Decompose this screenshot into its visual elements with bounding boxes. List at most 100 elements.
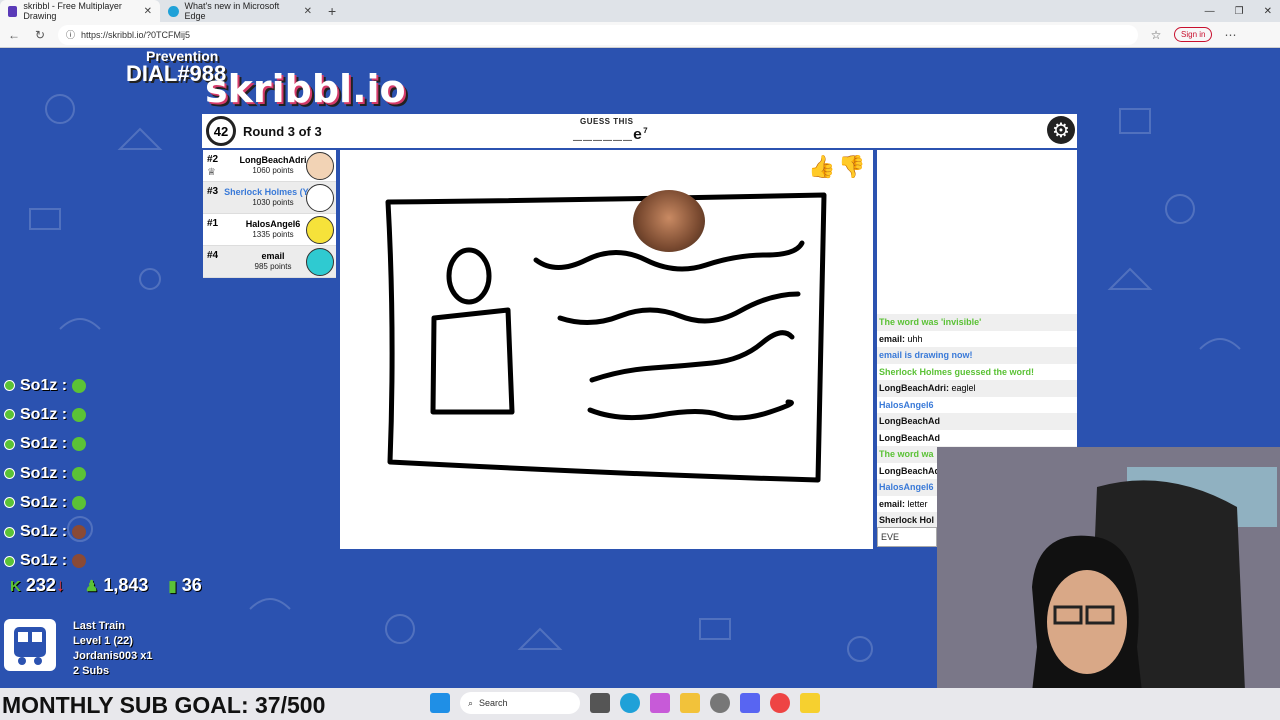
crown-icon: ♕ (207, 167, 216, 178)
train-title: Last Train (73, 620, 125, 632)
more-menu-icon[interactable]: ⋯ (1222, 28, 1238, 42)
train-info: Last Train Level 1 (22) Jordanis003 x1 2… (73, 619, 153, 679)
new-tab-icon[interactable]: + (320, 3, 344, 19)
minimize-icon[interactable]: — (1205, 6, 1215, 17)
thumbs-up-icon[interactable]: 👍 (808, 154, 835, 180)
file-explorer-icon[interactable] (590, 693, 610, 713)
player-row[interactable]: #2 ♕ LongBeachAdri 1060 points (203, 150, 336, 182)
vote-row: So1z : (4, 400, 87, 429)
chat-message: HalosAngel6 (877, 396, 1077, 413)
stat-followers: ♟ 1,843 (84, 575, 149, 595)
player-avatar (306, 184, 334, 212)
vote-list: So1z : So1z : So1z : So1z : So1z : So1z … (4, 371, 87, 576)
folder-icon[interactable] (680, 693, 700, 713)
check-icon (4, 409, 15, 421)
stat-kills: K 232↓ (10, 575, 65, 595)
skribbl-logo: skribbl.io (205, 67, 406, 111)
check-icon (4, 438, 15, 450)
sticky-notes-icon[interactable] (800, 693, 820, 713)
tab-label: What's new in Microsoft Edge (184, 1, 280, 21)
train-graphic (14, 627, 46, 665)
thumbs-down-icon[interactable]: 👎 (838, 154, 865, 180)
player-row[interactable]: #1 HalosAngel6 1335 points (203, 214, 336, 246)
word-length: 7 (643, 127, 649, 136)
check-icon (4, 555, 15, 567)
green-face-icon (72, 378, 87, 393)
site-info-icon[interactable]: ⓘ (66, 28, 75, 41)
discord-icon[interactable] (740, 693, 760, 713)
settings-gear-icon[interactable]: ⚙ (1047, 116, 1075, 144)
chat-message: LongBeachAdri: eaglel (877, 380, 1077, 397)
player-avatar (306, 152, 334, 180)
url-text: https://skribbl.io/?0TCFMij5 (81, 29, 191, 40)
address-bar-row: ← ↻ ⓘ https://skribbl.io/?0TCFMij5 ☆ Sig… (0, 22, 1280, 48)
tab-skribbl[interactable]: skribbl - Free Multiplayer Drawing ✕ (0, 0, 160, 22)
train-user: Jordanis003 x1 (73, 650, 153, 662)
player-avatar (306, 248, 334, 276)
green-face-icon (72, 466, 87, 481)
chrome-icon[interactable] (770, 693, 790, 713)
player-avatar (306, 216, 334, 244)
game-header: 42 Round 3 of 3 GUESS THIS ______e7 ⚙ (202, 114, 1077, 148)
drawing-canvas[interactable]: 👍 👎 (340, 150, 873, 549)
tab-edge-news[interactable]: What's new in Microsoft Edge ✕ (160, 0, 320, 22)
green-face-icon (72, 495, 87, 510)
edge-favicon-icon (168, 5, 179, 17)
streamer-face-sticker (633, 190, 705, 252)
stat-viewers: ▮ 36 (168, 575, 202, 595)
timer-clock-icon: 42 (206, 116, 236, 146)
check-icon (4, 497, 15, 509)
train-level: Level 1 (22) (73, 635, 133, 647)
taskbar-search[interactable]: ⌕ Search (460, 692, 580, 714)
close-tab-icon[interactable]: ✕ (144, 6, 152, 17)
vote-row: So1z : (4, 488, 87, 517)
vote-row: So1z : (4, 430, 87, 459)
skribbl-favicon-icon (8, 5, 18, 17)
train-subs: 2 Subs (73, 665, 110, 677)
player-rank: #1 (207, 218, 219, 229)
check-icon (4, 380, 15, 392)
skribbl-page: Prevention DIAL#988 skribbl.io 42 Round … (0, 49, 1280, 689)
bars-icon: ▮ (168, 578, 177, 595)
vote-row: So1z : (4, 459, 87, 488)
player-rank: #3 (207, 186, 219, 197)
check-icon (4, 468, 15, 480)
window-controls: — ❐ ✕ (1205, 0, 1272, 22)
guess-label: GUESS THIS (580, 117, 634, 126)
chat-input[interactable]: EVE (877, 527, 937, 547)
stream-stats: K 232↓ ♟ 1,843 ▮ 36 (10, 575, 202, 596)
back-icon[interactable]: ← (6, 28, 22, 42)
browser-tab-bar: skribbl - Free Multiplayer Drawing ✕ Wha… (0, 0, 1280, 22)
timer-value: 42 (213, 123, 229, 139)
chat-message: The word was 'invisible' (877, 314, 1077, 331)
vote-row: So1z : (4, 547, 87, 576)
webcam-scene (937, 447, 1280, 689)
windows-taskbar: ⌕ Search (430, 692, 820, 714)
close-window-icon[interactable]: ✕ (1264, 6, 1272, 17)
edge-icon[interactable] (620, 693, 640, 713)
settings-icon[interactable] (710, 693, 730, 713)
brown-face-icon (72, 525, 87, 540)
person-icon: ♟ (84, 578, 99, 595)
round-indicator: Round 3 of 3 (243, 124, 322, 139)
player-row[interactable]: #4 email 985 points (203, 246, 336, 278)
word-hint: ______e7 (573, 127, 649, 144)
player-rank: #4 (207, 250, 219, 261)
search-icon: ⌕ (468, 697, 474, 708)
maximize-icon[interactable]: ❐ (1235, 6, 1244, 17)
favorite-star-icon[interactable]: ☆ (1148, 28, 1164, 42)
reload-icon[interactable]: ↻ (32, 28, 48, 42)
chat-message: LongBeachAd (877, 413, 1077, 430)
train-icon (4, 619, 56, 671)
k-icon: K (10, 578, 21, 595)
player-row[interactable]: #3 Sherlock Holmes (You) 1030 points (203, 182, 336, 214)
player-rank: #2 (207, 154, 219, 165)
green-face-icon (72, 437, 87, 452)
url-field[interactable]: ⓘ https://skribbl.io/?0TCFMij5 (58, 24, 1138, 45)
windows-start-icon[interactable] (430, 693, 450, 713)
copilot-icon[interactable] (650, 693, 670, 713)
sign-in-button[interactable]: Sign in (1174, 27, 1213, 42)
sub-goal-text: MONTHLY SUB GOAL: 37/500 (2, 692, 326, 718)
close-tab-icon[interactable]: ✕ (304, 6, 312, 17)
chat-message: Sherlock Holmes guessed the word! (877, 363, 1077, 380)
